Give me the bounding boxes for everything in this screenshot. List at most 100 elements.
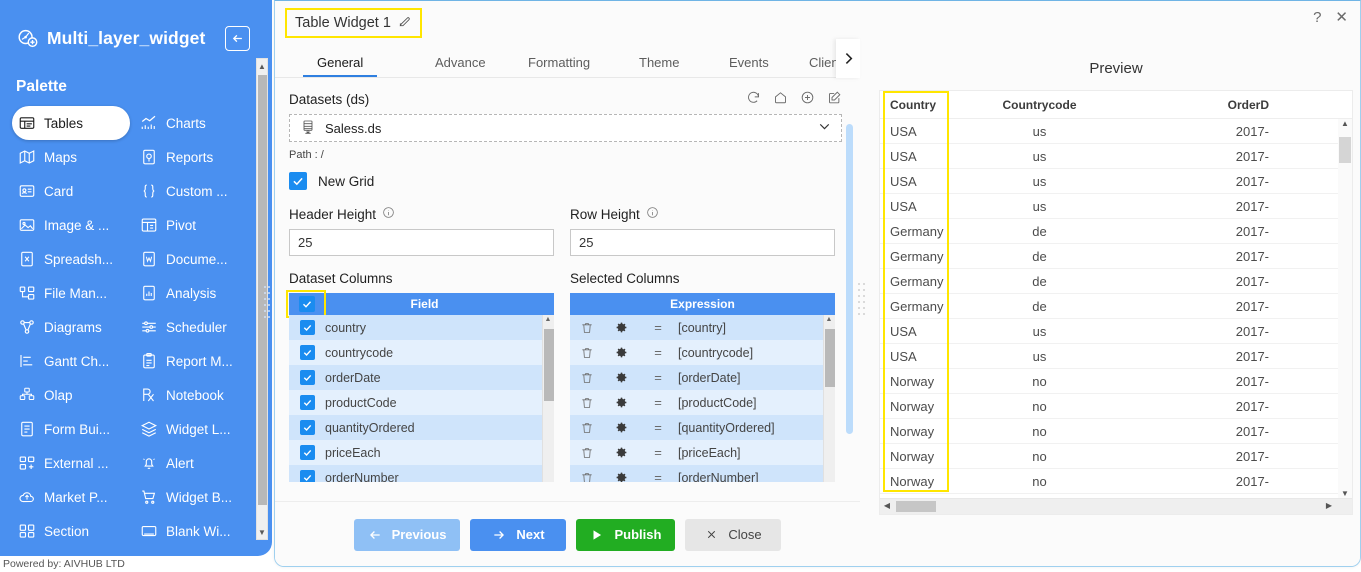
tab-general[interactable]: General: [302, 55, 378, 77]
scrollbar-thumb[interactable]: [846, 124, 853, 434]
gear-icon[interactable]: [604, 371, 638, 384]
left-pane-scrollbar[interactable]: [846, 124, 853, 519]
palette-item-section[interactable]: Section: [12, 514, 134, 548]
table-row[interactable]: = [productCode]: [570, 390, 835, 415]
scroll-up-arrow[interactable]: ▲: [257, 59, 267, 73]
gear-icon[interactable]: [604, 471, 638, 482]
close-button[interactable]: Close: [685, 518, 782, 551]
palette-item-card[interactable]: Card: [12, 174, 134, 208]
scrollbar-thumb[interactable]: [1339, 137, 1351, 163]
table-row[interactable]: productCode: [289, 390, 554, 415]
palette-item-spreadsheet[interactable]: Spreadsh...: [12, 242, 134, 276]
dataset-columns-scrollbar[interactable]: ▲: [542, 315, 554, 482]
table-row[interactable]: = [priceEach]: [570, 440, 835, 465]
palette-item-file-manager[interactable]: File Man...: [12, 276, 134, 310]
sidebar-resize-handle[interactable]: [263, 283, 271, 323]
table-row[interactable]: priceEach: [289, 440, 554, 465]
palette-item-analysis[interactable]: Analysis: [134, 276, 256, 310]
sidebar-collapse-button[interactable]: [225, 25, 250, 51]
table-row[interactable]: = [orderDate]: [570, 365, 835, 390]
row-checkbox[interactable]: [299, 345, 315, 360]
scrollbar-thumb[interactable]: [896, 501, 936, 512]
info-circle-icon[interactable]: [646, 206, 659, 222]
table-row[interactable]: orderNumber: [289, 465, 554, 482]
publish-button[interactable]: Publish: [576, 518, 676, 551]
chevron-down-icon[interactable]: [816, 118, 833, 138]
palette-item-tables[interactable]: Tables: [12, 106, 130, 140]
previous-button[interactable]: Previous: [353, 518, 461, 551]
palette-item-document[interactable]: Docume...: [134, 242, 256, 276]
trash-icon[interactable]: [570, 346, 604, 360]
palette-item-form-builder[interactable]: Form Bui...: [12, 412, 134, 446]
palette-item-widget-box[interactable]: Widget B...: [134, 480, 256, 514]
tab-client[interactable]: Clien: [809, 55, 839, 77]
new-grid-checkbox[interactable]: [289, 172, 307, 190]
table-row[interactable]: country: [289, 315, 554, 340]
trash-icon[interactable]: [570, 471, 604, 482]
dataset-select[interactable]: Saless.ds: [289, 114, 842, 142]
table-row[interactable]: = [orderNumber]: [570, 465, 835, 482]
palette-item-gantt[interactable]: Gantt Ch...: [12, 344, 134, 378]
scroll-right-arrow[interactable]: ▶: [1322, 501, 1336, 510]
palette-item-reports[interactable]: Reports: [134, 140, 256, 174]
row-checkbox[interactable]: [299, 395, 315, 410]
palette-item-alert[interactable]: Alert: [134, 446, 256, 480]
gear-icon[interactable]: [604, 446, 638, 459]
scroll-up-arrow[interactable]: ▲: [824, 316, 834, 323]
scroll-up-arrow[interactable]: ▲: [1338, 119, 1352, 128]
preview-col-countrycode[interactable]: Countrycode: [952, 98, 1127, 112]
table-row[interactable]: quantityOrdered: [289, 415, 554, 440]
next-button[interactable]: Next: [470, 518, 567, 551]
row-checkbox[interactable]: [299, 320, 315, 335]
table-row[interactable]: countrycode: [289, 340, 554, 365]
tab-formatting[interactable]: Formatting: [528, 55, 590, 77]
gear-icon[interactable]: [604, 421, 638, 434]
question-mark-icon[interactable]: ?: [1313, 10, 1321, 25]
trash-icon[interactable]: [570, 396, 604, 410]
palette-item-widget-layer[interactable]: Widget L...: [134, 412, 256, 446]
tab-advance[interactable]: Advance: [435, 55, 486, 77]
scrollbar-thumb[interactable]: [825, 329, 835, 387]
selected-columns-scrollbar[interactable]: ▲: [823, 315, 835, 482]
palette-item-notebook[interactable]: Notebook: [134, 378, 256, 412]
palette-item-image[interactable]: Image & ...: [12, 208, 134, 242]
palette-item-external[interactable]: External ...: [12, 446, 134, 480]
gear-icon[interactable]: [604, 346, 638, 359]
preview-vertical-scrollbar[interactable]: ▲ ▼: [1338, 119, 1352, 498]
trash-icon[interactable]: [570, 421, 604, 435]
palette-item-market-place[interactable]: Market P...: [12, 480, 134, 514]
palette-item-charts[interactable]: Charts: [134, 106, 256, 140]
close-x-icon[interactable]: ✕: [1335, 10, 1348, 25]
edit-square-icon[interactable]: [827, 90, 842, 108]
plus-circle-icon[interactable]: [800, 90, 815, 108]
table-row[interactable]: = [quantityOrdered]: [570, 415, 835, 440]
gear-icon[interactable]: [604, 396, 638, 409]
table-row[interactable]: orderDate: [289, 365, 554, 390]
refresh-icon[interactable]: [746, 90, 761, 108]
row-checkbox[interactable]: [299, 370, 315, 385]
pane-splitter-handle[interactable]: [857, 281, 866, 319]
table-row[interactable]: = [countrycode]: [570, 340, 835, 365]
row-checkbox[interactable]: [299, 420, 315, 435]
row-height-input[interactable]: [570, 229, 835, 256]
dialog-title-highlight[interactable]: Table Widget 1: [285, 8, 422, 38]
tab-scroll-right-button[interactable]: [836, 39, 860, 78]
row-checkbox[interactable]: [299, 445, 315, 460]
palette-item-olap[interactable]: Olap: [12, 378, 134, 412]
preview-col-orderdate[interactable]: OrderD: [1127, 98, 1277, 112]
palette-item-pivot[interactable]: Pivot: [134, 208, 256, 242]
gear-icon[interactable]: [604, 321, 638, 334]
scroll-left-arrow[interactable]: ◀: [880, 501, 894, 510]
select-all-checkbox[interactable]: [299, 296, 315, 312]
scroll-up-arrow[interactable]: ▲: [543, 316, 553, 323]
palette-item-blank-widget[interactable]: Blank Wi...: [134, 514, 256, 548]
tab-theme[interactable]: Theme: [639, 55, 679, 77]
trash-icon[interactable]: [570, 371, 604, 385]
tab-events[interactable]: Events: [729, 55, 769, 77]
header-height-input[interactable]: [289, 229, 554, 256]
pencil-edit-icon[interactable]: [398, 14, 412, 31]
trash-icon[interactable]: [570, 446, 604, 460]
palette-item-scheduler[interactable]: Scheduler: [134, 310, 256, 344]
table-row[interactable]: = [country]: [570, 315, 835, 340]
trash-icon[interactable]: [570, 321, 604, 335]
